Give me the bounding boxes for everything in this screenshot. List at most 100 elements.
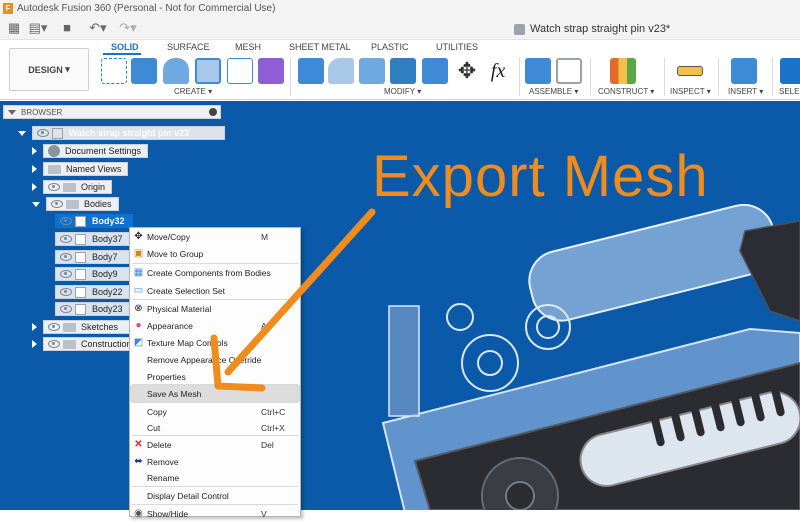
tab-solid[interactable]: SOLID <box>111 42 139 52</box>
group-construct[interactable]: CONSTRUCT ▾ <box>598 87 654 96</box>
joint-icon[interactable] <box>556 58 582 84</box>
menu-physical-material[interactable]: ⊗ Physical Material <box>130 300 300 317</box>
menu-cut[interactable]: Cut Ctrl+X <box>130 419 300 436</box>
browser-body-23[interactable]: Body23 <box>55 302 131 316</box>
revolve-icon[interactable] <box>163 58 189 84</box>
press-pull-icon[interactable] <box>298 58 324 84</box>
menu-rename[interactable]: Rename <box>130 469 300 486</box>
group-modify[interactable]: MODIFY ▾ <box>384 87 421 96</box>
root-label: Watch strap straight pin v23 <box>69 128 190 138</box>
visibility-icon[interactable] <box>60 217 72 225</box>
menu-create-components[interactable]: ▦ Create Components from Bodies <box>130 264 300 281</box>
tab-utilities[interactable]: UTILITIES <box>436 42 478 52</box>
visibility-icon[interactable] <box>51 200 63 208</box>
browser-item-document-settings[interactable]: Document Settings <box>32 144 149 158</box>
quick-access-toolbar: ▦ ▤▾ ■ ↶▾ ↷▾ Watch strap straight pin v2… <box>0 16 800 40</box>
visibility-icon[interactable] <box>48 323 60 331</box>
file-menu-icon[interactable]: ▤▾ <box>28 20 48 36</box>
parameters-icon[interactable]: fx <box>485 58 511 84</box>
visibility-icon[interactable] <box>60 305 72 313</box>
collapse-icon[interactable] <box>8 109 16 115</box>
hole-icon[interactable] <box>195 58 221 84</box>
browser-title: BROWSER <box>21 107 63 117</box>
browser-item-named-views[interactable]: Named Views <box>32 162 129 176</box>
expand-icon[interactable] <box>32 201 40 207</box>
measure-icon[interactable] <box>677 66 703 76</box>
document-tab-label: Watch strap straight pin v23* <box>530 23 671 35</box>
select-icon[interactable] <box>780 58 800 84</box>
browser-item-sketches[interactable]: Sketches <box>32 320 137 334</box>
save-icon[interactable]: ■ <box>60 20 74 36</box>
pin-icon[interactable] <box>209 108 217 116</box>
title-bar: F Autodesk Fusion 360 (Personal - Not fo… <box>0 0 800 16</box>
shell-icon[interactable] <box>390 58 416 84</box>
expand-icon[interactable] <box>32 147 37 155</box>
browser-body-9[interactable]: Body9 <box>55 267 131 281</box>
workspace-switcher[interactable]: DESIGN ▾ <box>9 48 89 91</box>
menu-move-to-group[interactable]: ▣ Move to Group <box>130 245 300 262</box>
form-icon[interactable] <box>258 58 284 84</box>
undo-icon[interactable]: ↶▾ <box>86 20 110 36</box>
browser-item-construction[interactable]: Construction <box>32 337 140 351</box>
browser-item-bodies[interactable]: Bodies <box>32 197 119 211</box>
menu-properties[interactable]: Properties <box>130 368 300 385</box>
expand-icon[interactable] <box>32 323 37 331</box>
tab-plastic[interactable]: PLASTIC <box>371 42 409 52</box>
menu-remove-appearance-override[interactable]: Remove Appearance Override <box>130 351 300 368</box>
insert-image-icon[interactable] <box>731 58 757 84</box>
menu-move-copy[interactable]: ✥ Move/Copy M <box>130 228 300 245</box>
pattern-icon[interactable] <box>227 58 253 84</box>
browser-body-7[interactable]: Body7 <box>55 250 131 264</box>
menu-remove[interactable]: ⬌ Remove <box>130 453 300 470</box>
combine-icon[interactable] <box>422 58 448 84</box>
group-select[interactable]: SELEC <box>779 87 800 96</box>
browser-body-32[interactable]: Body32 <box>55 214 133 228</box>
browser-root[interactable]: Watch strap straight pin v23 <box>18 126 225 140</box>
visibility-icon[interactable] <box>48 340 60 348</box>
grid-menu-icon[interactable]: ▦ <box>6 20 22 36</box>
group-insert[interactable]: INSERT ▾ <box>728 87 763 96</box>
menu-save-as-mesh[interactable]: Save As Mesh <box>130 385 300 402</box>
offset-plane-icon[interactable] <box>610 58 636 84</box>
visibility-icon[interactable] <box>60 253 72 261</box>
group-assemble[interactable]: ASSEMBLE ▾ <box>529 87 578 96</box>
menu-texture-map-controls[interactable]: ◩ Texture Map Controls <box>130 334 300 351</box>
visibility-icon[interactable] <box>37 129 49 137</box>
document-cube-icon <box>514 23 525 35</box>
new-component-icon[interactable] <box>525 58 551 84</box>
browser-header[interactable]: BROWSER <box>3 105 221 119</box>
menu-copy[interactable]: Copy Ctrl+C <box>130 403 300 420</box>
extrude-icon[interactable] <box>131 58 157 84</box>
redo-icon[interactable]: ↷▾ <box>116 20 140 36</box>
browser-item-origin[interactable]: Origin <box>32 180 113 194</box>
expand-icon[interactable] <box>32 165 37 173</box>
menu-delete[interactable]: ✕ Delete Del <box>130 436 300 453</box>
browser-body-37[interactable]: Body37 <box>55 232 131 246</box>
expand-icon[interactable] <box>32 340 37 348</box>
workspace-label: DESIGN <box>28 64 63 75</box>
visibility-icon[interactable] <box>60 288 72 296</box>
visibility-icon[interactable] <box>60 235 72 243</box>
group-inspect[interactable]: INSPECT ▾ <box>670 87 711 96</box>
menu-create-selection-set[interactable]: ▭ Create Selection Set <box>130 282 300 299</box>
menu-appearance[interactable]: ● Appearance A <box>130 317 300 334</box>
move-icon[interactable]: ✥ <box>454 58 480 84</box>
chamfer-icon[interactable] <box>359 58 385 84</box>
tab-sheet-metal[interactable]: SHEET METAL <box>289 42 351 52</box>
tab-mesh[interactable]: MESH <box>235 42 261 52</box>
body-icon <box>75 233 86 245</box>
fillet-icon[interactable] <box>328 58 354 84</box>
menu-display-detail-control[interactable]: Display Detail Control <box>130 487 300 504</box>
menu-show-hide[interactable]: ◉ Show/Hide V <box>130 505 300 522</box>
create-sketch-icon[interactable] <box>101 58 127 84</box>
tab-surface[interactable]: SURFACE <box>167 42 210 52</box>
document-tab[interactable]: Watch strap straight pin v23* <box>514 20 670 38</box>
browser-body-22[interactable]: Body22 <box>55 285 131 299</box>
fusion-logo-icon: F <box>3 2 13 14</box>
group-create[interactable]: CREATE ▾ <box>174 87 212 96</box>
visibility-icon[interactable] <box>48 183 60 191</box>
expand-icon[interactable] <box>18 130 26 136</box>
expand-icon[interactable] <box>32 183 37 191</box>
visibility-icon[interactable] <box>60 270 72 278</box>
remove-icon: ⬌ <box>134 456 143 467</box>
